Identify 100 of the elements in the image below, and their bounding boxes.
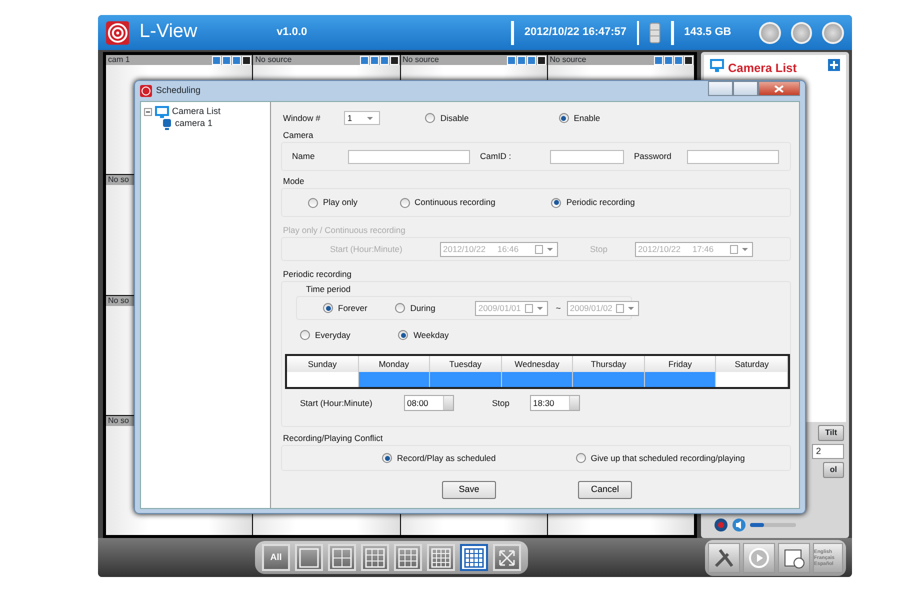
fullscreen-button[interactable] bbox=[493, 544, 521, 571]
version-label: v1.0.0 bbox=[276, 25, 308, 40]
password-field[interactable] bbox=[687, 150, 779, 164]
restore-button[interactable] bbox=[790, 22, 812, 44]
tools-button[interactable] bbox=[708, 542, 740, 572]
time-spinner[interactable]: 08:00 bbox=[404, 395, 454, 411]
window-select[interactable]: 1 bbox=[344, 111, 380, 125]
field-label: Start (Hour:Minute) bbox=[330, 242, 404, 256]
tile-label: No so bbox=[108, 416, 130, 426]
monitor-icon bbox=[155, 106, 169, 118]
radio-option[interactable]: Record/Play as scheduled bbox=[382, 452, 496, 464]
all-layout-button[interactable]: All bbox=[262, 544, 290, 571]
radio-option[interactable]: Give up that scheduled recording/playing bbox=[576, 452, 745, 464]
app-icon bbox=[140, 85, 152, 97]
grid-icon bbox=[332, 548, 352, 568]
time-spinner[interactable]: 18:30 bbox=[530, 395, 580, 411]
cancel-button[interactable]: Cancel bbox=[578, 481, 632, 499]
radio-dot[interactable] bbox=[400, 198, 410, 208]
day-header: Saturday bbox=[716, 356, 788, 372]
grid-icon bbox=[431, 548, 451, 568]
day-cell[interactable] bbox=[573, 372, 645, 387]
name-field[interactable] bbox=[348, 150, 470, 164]
radio-option[interactable]: Play only bbox=[308, 196, 358, 209]
radio-option[interactable]: Disable bbox=[425, 112, 469, 124]
logo-icon bbox=[106, 20, 130, 44]
datetime-label: 2012/10/22 16:47:57 bbox=[524, 25, 627, 40]
separator-label: ~ bbox=[556, 302, 561, 314]
day-header: Monday bbox=[358, 356, 430, 372]
radio-dot[interactable] bbox=[425, 113, 436, 123]
radio-dot[interactable] bbox=[308, 198, 318, 208]
add-icon[interactable] bbox=[828, 59, 840, 71]
field-label: Window # bbox=[283, 112, 320, 124]
grid-icon bbox=[365, 548, 385, 568]
radio-option[interactable]: Continuous recording bbox=[400, 196, 496, 209]
maximize-button[interactable] bbox=[733, 81, 758, 96]
tree-item[interactable]: camera 1 bbox=[175, 117, 213, 131]
storage-label: 143.5 GB bbox=[684, 25, 732, 40]
radio-option[interactable]: Weekday bbox=[398, 328, 449, 342]
radio-option[interactable]: Enable bbox=[558, 112, 600, 124]
expand-icon bbox=[498, 548, 516, 566]
radio-dot[interactable] bbox=[382, 453, 392, 463]
expander-icon[interactable] bbox=[144, 105, 152, 119]
field-label: Stop bbox=[590, 242, 608, 256]
day-header: Sunday bbox=[287, 356, 359, 372]
radio-dot[interactable] bbox=[558, 113, 569, 123]
radio-dot[interactable] bbox=[300, 330, 310, 340]
record-icon bbox=[714, 518, 728, 532]
day-cell[interactable] bbox=[358, 372, 430, 387]
radio-dot[interactable] bbox=[551, 198, 562, 208]
day-header: Thursday bbox=[573, 356, 645, 372]
field-label: CamID : bbox=[480, 150, 512, 163]
preset-select[interactable]: 2 bbox=[812, 444, 844, 459]
panel-title: Camera List bbox=[728, 60, 798, 77]
minimize-button[interactable] bbox=[708, 81, 733, 96]
group-title: Time period bbox=[306, 283, 352, 296]
field-label: Password bbox=[634, 150, 672, 163]
camid-field[interactable] bbox=[550, 150, 624, 164]
app-title: L-View bbox=[139, 20, 198, 44]
radio-option[interactable]: Everyday bbox=[300, 328, 350, 342]
storage-icon bbox=[649, 22, 662, 44]
day-cell[interactable] bbox=[287, 372, 359, 387]
tilt-button[interactable]: Tilt bbox=[818, 425, 844, 441]
tile-label: cam 1 bbox=[108, 55, 131, 65]
close-button[interactable] bbox=[758, 81, 800, 96]
grid-icon bbox=[398, 548, 418, 568]
group-title: Play only / Continuous recording bbox=[283, 224, 406, 237]
volume-slider[interactable] bbox=[750, 523, 796, 527]
schedule-button[interactable] bbox=[778, 542, 810, 572]
tile-label: No source bbox=[255, 55, 293, 65]
day-cell[interactable] bbox=[502, 372, 574, 387]
radio-option[interactable]: Periodic recording bbox=[551, 196, 635, 209]
play-icon bbox=[748, 546, 770, 568]
day-cell[interactable] bbox=[644, 372, 716, 387]
grid-icon bbox=[464, 548, 484, 568]
grid-icon bbox=[299, 548, 319, 568]
speaker-icon[interactable] bbox=[732, 518, 746, 532]
group-title: Periodic recording bbox=[283, 268, 353, 281]
group-title: Camera bbox=[283, 129, 314, 142]
close-icon bbox=[774, 84, 784, 93]
day-header: Tuesday bbox=[430, 356, 502, 372]
dialog-title: Scheduling bbox=[156, 84, 201, 98]
tile-label: No so bbox=[108, 175, 130, 186]
day-cell[interactable] bbox=[430, 372, 502, 387]
radio-dot[interactable] bbox=[398, 330, 408, 340]
grid-layout-button[interactable] bbox=[460, 544, 488, 571]
monitor-icon bbox=[710, 59, 724, 72]
day-cell[interactable] bbox=[716, 372, 788, 387]
field-label: Start (Hour:Minute) bbox=[300, 396, 374, 410]
power-button[interactable] bbox=[822, 22, 844, 44]
radio-dot[interactable] bbox=[576, 453, 586, 463]
tile-label: No so bbox=[108, 296, 130, 306]
group-title: Mode bbox=[283, 175, 306, 188]
tile-label: No source bbox=[550, 55, 588, 65]
control-button[interactable]: ol bbox=[822, 462, 844, 478]
save-button[interactable]: Save bbox=[442, 481, 496, 499]
tree-item[interactable]: Camera List bbox=[172, 105, 221, 119]
field-label: Name bbox=[292, 150, 316, 163]
field-label: Stop bbox=[492, 396, 510, 410]
group-title: Recording/Playing Conflict bbox=[283, 432, 384, 445]
tile-label: No source bbox=[402, 55, 440, 65]
